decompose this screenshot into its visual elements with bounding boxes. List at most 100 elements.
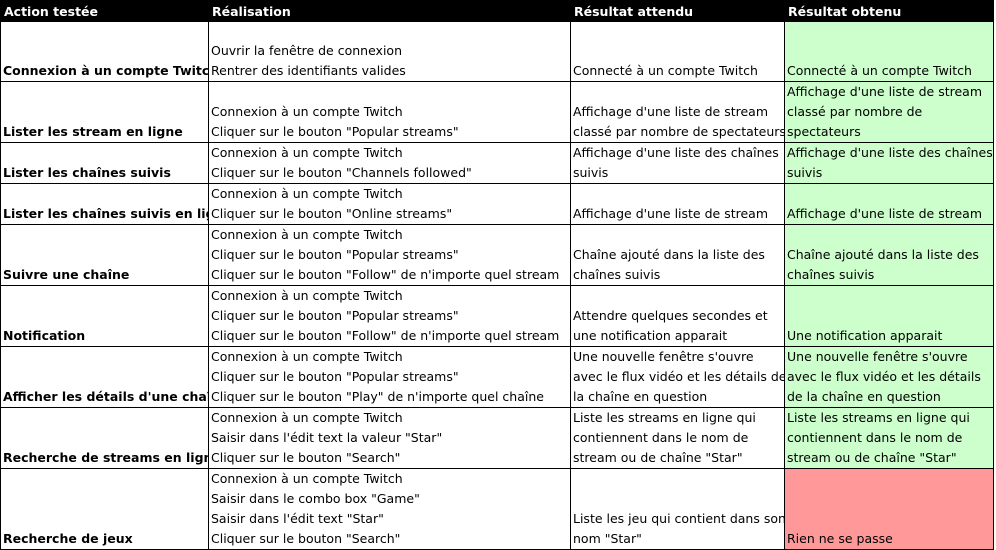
table-row: Afficher les détails d'une chaîne Connexi…	[0, 346, 994, 408]
obtained-cell-line: spectateurs	[787, 124, 861, 139]
steps-cell: Connexion à un compte Twitch Cliquer sur …	[208, 224, 571, 286]
steps-cell-line: Rentrer des identifiants valides	[211, 63, 406, 78]
expected-cell-line: nom "Star"	[573, 531, 642, 546]
expected-cell: Affichage d'une liste des chaînes suivis	[570, 142, 785, 184]
steps-cell: Connexion à un compte Twitch Cliquer sur …	[208, 183, 571, 225]
table-body: Connexion à un compte Twitch Ouvrir la fe…	[0, 21, 994, 550]
expected-cell: Chaîne ajouté dans la liste des chaînes s…	[570, 224, 785, 286]
obtained-cell-line: classé par nombre de	[787, 104, 923, 119]
steps-cell-line: Connexion à un compte Twitch	[211, 186, 403, 201]
expected-cell-line: avec le flux vidéo et les détails de	[573, 369, 784, 384]
steps-cell-line: Cliquer sur le bouton "Online streams"	[211, 206, 453, 221]
obtained-cell: Une notification apparait	[784, 285, 994, 347]
obtained-cell: Chaîne ajouté dans la liste des chaînes s…	[784, 224, 994, 286]
expected-cell-line: Liste les streams en ligne qui	[573, 410, 756, 425]
action-cell: Notification	[0, 285, 209, 347]
expected-cell: Liste les jeu qui contient dans son nom "…	[570, 468, 785, 550]
expected-cell: Affichage d'une liste de stream	[570, 183, 785, 225]
expected-cell-line: Une nouvelle fenêtre s'ouvre	[573, 349, 754, 364]
obtained-cell: Connecté à un compte Twitch	[784, 21, 994, 82]
steps-cell-line: Cliquer sur le bouton "Channels followed…	[211, 165, 472, 180]
expected-cell-line: Attendre quelques secondes et	[573, 308, 768, 323]
obtained-cell-line: avec le flux vidéo et les détails	[787, 369, 981, 384]
steps-cell-line: Connexion à un compte Twitch	[211, 227, 403, 242]
steps-cell: Connexion à un compte Twitch Cliquer sur …	[208, 346, 571, 408]
obtained-cell: Liste les streams en ligne qui contiennen…	[784, 407, 994, 469]
obtained-cell-line: chaînes suivis	[787, 267, 875, 282]
expected-cell: Liste les streams en ligne qui contiennen…	[570, 407, 785, 469]
obtained-cell: Une nouvelle fenêtre s'ouvre avec le flux…	[784, 346, 994, 408]
action-cell: Lister les chaînes suivis	[0, 142, 209, 184]
action-cell: Recherche de jeux	[0, 468, 209, 550]
obtained-cell-line: Affichage d'une liste de stream	[787, 84, 982, 99]
action-cell: Lister les chaînes suivis en ligne	[0, 183, 209, 225]
obtained-cell-line: contiennent dans le nom de	[787, 430, 963, 445]
expected-cell-line: Liste les jeu qui contient dans son	[573, 511, 784, 526]
obtained-cell-line: stream ou de chaîne "Star"	[787, 450, 957, 465]
steps-cell-line: Cliquer sur le bouton "Popular streams"	[211, 308, 459, 323]
expected-cell-line: Connecté à un compte Twitch	[573, 63, 758, 78]
header-expected: Résultat attendu	[570, 0, 785, 22]
obtained-cell: Affichage d'une liste de stream classé pa…	[784, 81, 994, 143]
action-cell: Connexion à un compte Twitch	[0, 21, 209, 82]
obtained-cell-line: Liste les streams en ligne qui	[787, 410, 970, 425]
obtained-cell-line: suivis	[787, 165, 823, 180]
steps-cell-line: Cliquer sur le bouton "Popular streams"	[211, 247, 459, 262]
expected-cell-line: contiennent dans le nom de	[573, 430, 749, 445]
expected-cell-line: chaînes suivis	[573, 267, 661, 282]
table-row: Lister les chaînes suivis en ligneConnex…	[0, 183, 994, 225]
expected-cell-line: stream ou de chaîne "Star"	[573, 450, 743, 465]
steps-cell-line: Cliquer sur le bouton "Play" de n'import…	[211, 389, 544, 404]
obtained-cell-line: Affichage d'une liste de stream	[787, 206, 982, 221]
steps-cell-line: Cliquer sur le bouton "Popular streams"	[211, 124, 459, 139]
action-cell: Suivre une chaîne	[0, 224, 209, 286]
test-results-table: Action testée Réalisation Résultat atten…	[0, 0, 994, 550]
expected-cell: Connecté à un compte Twitch	[570, 21, 785, 82]
obtained-cell-line: de la chaîne en question	[787, 389, 941, 404]
steps-cell-line: Cliquer sur le bouton "Search"	[211, 531, 401, 546]
header-row: Action testée Réalisation Résultat atten…	[0, 0, 994, 22]
steps-cell-line: Cliquer sur le bouton "Follow" de n'impo…	[211, 328, 560, 343]
expected-cell-line: suivis	[573, 165, 609, 180]
expected-cell-line: Affichage d'une liste des chaînes	[573, 145, 779, 160]
steps-cell-line: Connexion à un compte Twitch	[211, 145, 403, 160]
expected-cell-line: une notification apparait	[573, 328, 728, 343]
obtained-cell: Affichage d'une liste des chaînes suivis	[784, 142, 994, 184]
action-cell: Afficher les détails d'une chaîne	[0, 346, 209, 408]
header-action: Action testée	[0, 0, 209, 22]
steps-cell-line: Cliquer sur le bouton "Popular streams"	[211, 369, 459, 384]
steps-cell-line: Saisir dans l'édit text la valeur "Star"	[211, 430, 443, 445]
table-row: Recherche de streams en ligne Connexion à…	[0, 407, 994, 469]
steps-cell-line: Connexion à un compte Twitch	[211, 471, 403, 486]
obtained-cell-line: Rien ne se passe	[787, 531, 893, 546]
steps-cell-line: Connexion à un compte Twitch	[211, 410, 403, 425]
steps-cell: Connexion à un compte Twitch Cliquer sur …	[208, 142, 571, 184]
action-cell: Recherche de streams en ligne	[0, 407, 209, 469]
steps-cell-line: Ouvrir la fenêtre de connexion	[211, 43, 402, 58]
obtained-cell-line: Affichage d'une liste des chaînes	[787, 145, 993, 160]
table-row: Lister les chaînes suivis Connexion à un …	[0, 142, 994, 184]
expected-cell: Attendre quelques secondes et une notific…	[570, 285, 785, 347]
header-realisation: Réalisation	[208, 0, 571, 22]
expected-cell: Une nouvelle fenêtre s'ouvre avec le flux…	[570, 346, 785, 408]
steps-cell-line: Saisir dans le combo box "Game"	[211, 491, 420, 506]
expected-cell-line: Affichage d'une liste de stream	[573, 206, 768, 221]
table-row: Suivre une chaîne Connexion à un compte T…	[0, 224, 994, 286]
table-row: Recherche de jeux Connexion à un compte T…	[0, 468, 994, 550]
steps-cell-line: Cliquer sur le bouton "Search"	[211, 450, 401, 465]
expected-cell-line: la chaîne en question	[573, 389, 708, 404]
obtained-cell: Affichage d'une liste de stream	[784, 183, 994, 225]
action-cell: Lister les stream en ligne	[0, 81, 209, 143]
obtained-cell-line: Chaîne ajouté dans la liste des	[787, 247, 979, 262]
steps-cell-line: Connexion à un compte Twitch	[211, 288, 403, 303]
steps-cell: Connexion à un compte Twitch Cliquer sur …	[208, 81, 571, 143]
steps-cell-line: Cliquer sur le bouton "Follow" de n'impo…	[211, 267, 560, 282]
obtained-cell-line: Une notification apparait	[787, 328, 943, 343]
steps-cell: Connexion à un compte Twitch Saisir dans …	[208, 468, 571, 550]
steps-cell: Ouvrir la fenêtre de connexion Rentrer de…	[208, 21, 571, 82]
expected-cell-line: Chaîne ajouté dans la liste des	[573, 247, 765, 262]
steps-cell-line: Connexion à un compte Twitch	[211, 104, 403, 119]
steps-cell: Connexion à un compte Twitch Saisir dans …	[208, 407, 571, 469]
obtained-cell-line: Connecté à un compte Twitch	[787, 63, 972, 78]
table-row: Notification Connexion à un compte Twitch…	[0, 285, 994, 347]
